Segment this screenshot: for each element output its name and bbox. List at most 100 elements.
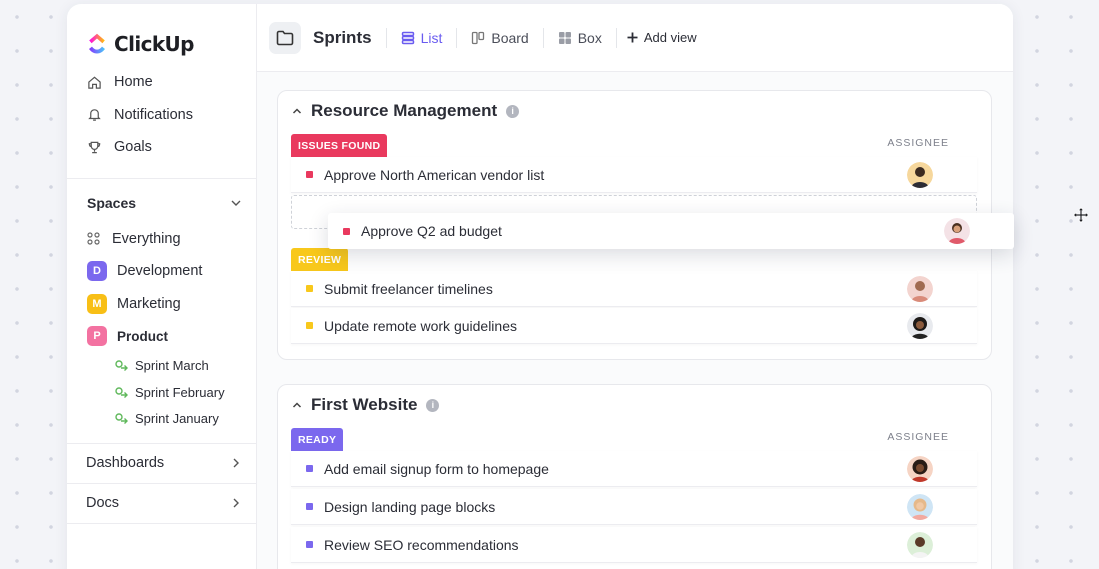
task-name: Update remote work guidelines xyxy=(324,317,517,334)
assignee-column-header: ASSIGNEE xyxy=(887,431,949,443)
nav-goals-label: Goals xyxy=(114,139,152,156)
sprint-item[interactable]: Sprint March xyxy=(67,353,256,379)
avatar[interactable] xyxy=(907,456,933,482)
dragging-task-row[interactable]: Approve Q2 ad budget xyxy=(328,213,1014,249)
avatar[interactable] xyxy=(907,532,933,558)
tab-board-label: Board xyxy=(491,29,529,46)
status-square-icon xyxy=(306,503,313,510)
trophy-icon xyxy=(88,141,101,154)
folder-icon xyxy=(276,30,294,45)
status-square-icon xyxy=(306,541,313,548)
info-icon[interactable]: i xyxy=(426,398,440,412)
tab-box[interactable]: Box xyxy=(542,27,616,48)
task-name: Approve Q2 ad budget xyxy=(361,223,502,239)
task-row[interactable]: Update remote work guidelines xyxy=(291,308,977,344)
grid-icon xyxy=(87,232,100,245)
task-row[interactable]: Review SEO recommendations xyxy=(291,527,977,563)
space-marketing[interactable]: M Marketing xyxy=(67,288,256,321)
avatar[interactable] xyxy=(907,494,933,520)
clickup-logo-icon xyxy=(89,33,105,54)
space-label: Product xyxy=(117,328,169,344)
task-row[interactable]: Design landing page blocks xyxy=(291,489,977,525)
status-badge: REVIEW xyxy=(291,248,349,271)
task-name: Add email signup form to homepage xyxy=(324,460,549,477)
add-view-button[interactable]: Add view xyxy=(615,27,711,48)
page-title: Sprints xyxy=(313,27,372,47)
space-everything[interactable]: Everything xyxy=(67,223,256,256)
divider xyxy=(67,177,256,179)
move-cursor-icon xyxy=(1073,207,1089,223)
task-row[interactable]: Add email signup form to homepage xyxy=(291,451,977,487)
add-view-label: Add view xyxy=(643,30,697,45)
logo[interactable]: ClickUp xyxy=(67,4,256,64)
list-title: Resource Management xyxy=(311,101,498,120)
section-dashboards[interactable]: Dashboards xyxy=(67,442,256,484)
collapse-icon[interactable] xyxy=(292,106,302,116)
nav-home[interactable]: Home xyxy=(67,66,256,99)
sprint-label: Sprint January xyxy=(135,410,219,426)
nav-goals[interactable]: Goals xyxy=(67,131,256,164)
list-icon xyxy=(401,31,414,44)
spaces-header[interactable]: Spaces xyxy=(67,183,256,223)
sprint-icon xyxy=(115,386,128,398)
space-label: Marketing xyxy=(117,295,181,312)
status-square-icon xyxy=(306,465,313,472)
task-name: Design landing page blocks xyxy=(324,498,496,515)
person-avatar-icon xyxy=(907,494,933,520)
task-row[interactable]: Approve North American vendor list xyxy=(291,157,977,193)
app-name: ClickUp xyxy=(114,32,195,56)
status-square-icon xyxy=(306,322,313,329)
task-row[interactable]: Submit freelancer timelines xyxy=(291,271,977,307)
tab-board[interactable]: Board xyxy=(456,27,542,48)
tab-list[interactable]: List xyxy=(385,27,457,48)
everything-label: Everything xyxy=(112,230,181,247)
person-avatar-icon xyxy=(907,276,933,302)
nav-notifications[interactable]: Notifications xyxy=(67,99,256,132)
main-nav: Home Notifications Goals xyxy=(67,64,256,164)
tab-box-label: Box xyxy=(577,29,602,46)
chevron-right-icon xyxy=(233,458,239,468)
list-header[interactable]: First Website i xyxy=(278,385,991,425)
avatar[interactable] xyxy=(907,313,933,339)
app-window: ClickUp Home Notifications Goals Spaces … xyxy=(67,4,1013,569)
space-avatar: P xyxy=(87,326,107,347)
space-avatar: D xyxy=(87,261,107,282)
avatar[interactable] xyxy=(944,218,970,244)
sprint-icon xyxy=(115,413,128,424)
task-name: Approve North American vendor list xyxy=(324,166,545,183)
sprint-icon xyxy=(115,360,128,372)
chevron-down-icon[interactable] xyxy=(230,197,242,209)
nav-home-label: Home xyxy=(114,74,153,91)
sidebar: ClickUp Home Notifications Goals Spaces … xyxy=(67,4,257,569)
nav-notifications-label: Notifications xyxy=(114,106,193,123)
list-card: First Website i READY ASSIGNEE Add email… xyxy=(277,384,992,569)
sprint-item[interactable]: Sprint January xyxy=(67,405,256,431)
status-badge: READY xyxy=(291,428,344,451)
topbar: Sprints List Board Box Add view xyxy=(257,4,1013,72)
tab-list-label: List xyxy=(420,29,443,46)
sprint-label: Sprint February xyxy=(135,384,225,400)
list-header[interactable]: Resource Management i xyxy=(278,91,991,131)
space-development[interactable]: D Development xyxy=(67,255,256,288)
collapse-icon[interactable] xyxy=(292,400,302,410)
person-avatar-icon xyxy=(944,218,970,244)
person-avatar-icon xyxy=(907,532,933,558)
space-product[interactable]: P Product xyxy=(67,320,256,353)
plus-icon xyxy=(627,32,638,43)
home-icon xyxy=(88,76,101,89)
sprint-item[interactable]: Sprint February xyxy=(67,379,256,405)
task-name: Review SEO recommendations xyxy=(324,536,519,553)
section-label: Dashboards xyxy=(86,455,165,472)
task-name: Submit freelancer timelines xyxy=(324,280,493,297)
main-content: Sprints List Board Box Add view Resource… xyxy=(257,4,1013,569)
section-docs[interactable]: Docs xyxy=(67,483,256,524)
folder-button[interactable] xyxy=(269,21,301,54)
space-label: Development xyxy=(117,263,203,280)
list-title: First Website xyxy=(311,395,418,414)
person-avatar-icon xyxy=(907,456,933,482)
chevron-right-icon xyxy=(233,498,239,508)
info-icon[interactable]: i xyxy=(506,104,520,118)
space-avatar: M xyxy=(87,293,107,314)
avatar[interactable] xyxy=(907,162,933,188)
avatar[interactable] xyxy=(907,276,933,302)
